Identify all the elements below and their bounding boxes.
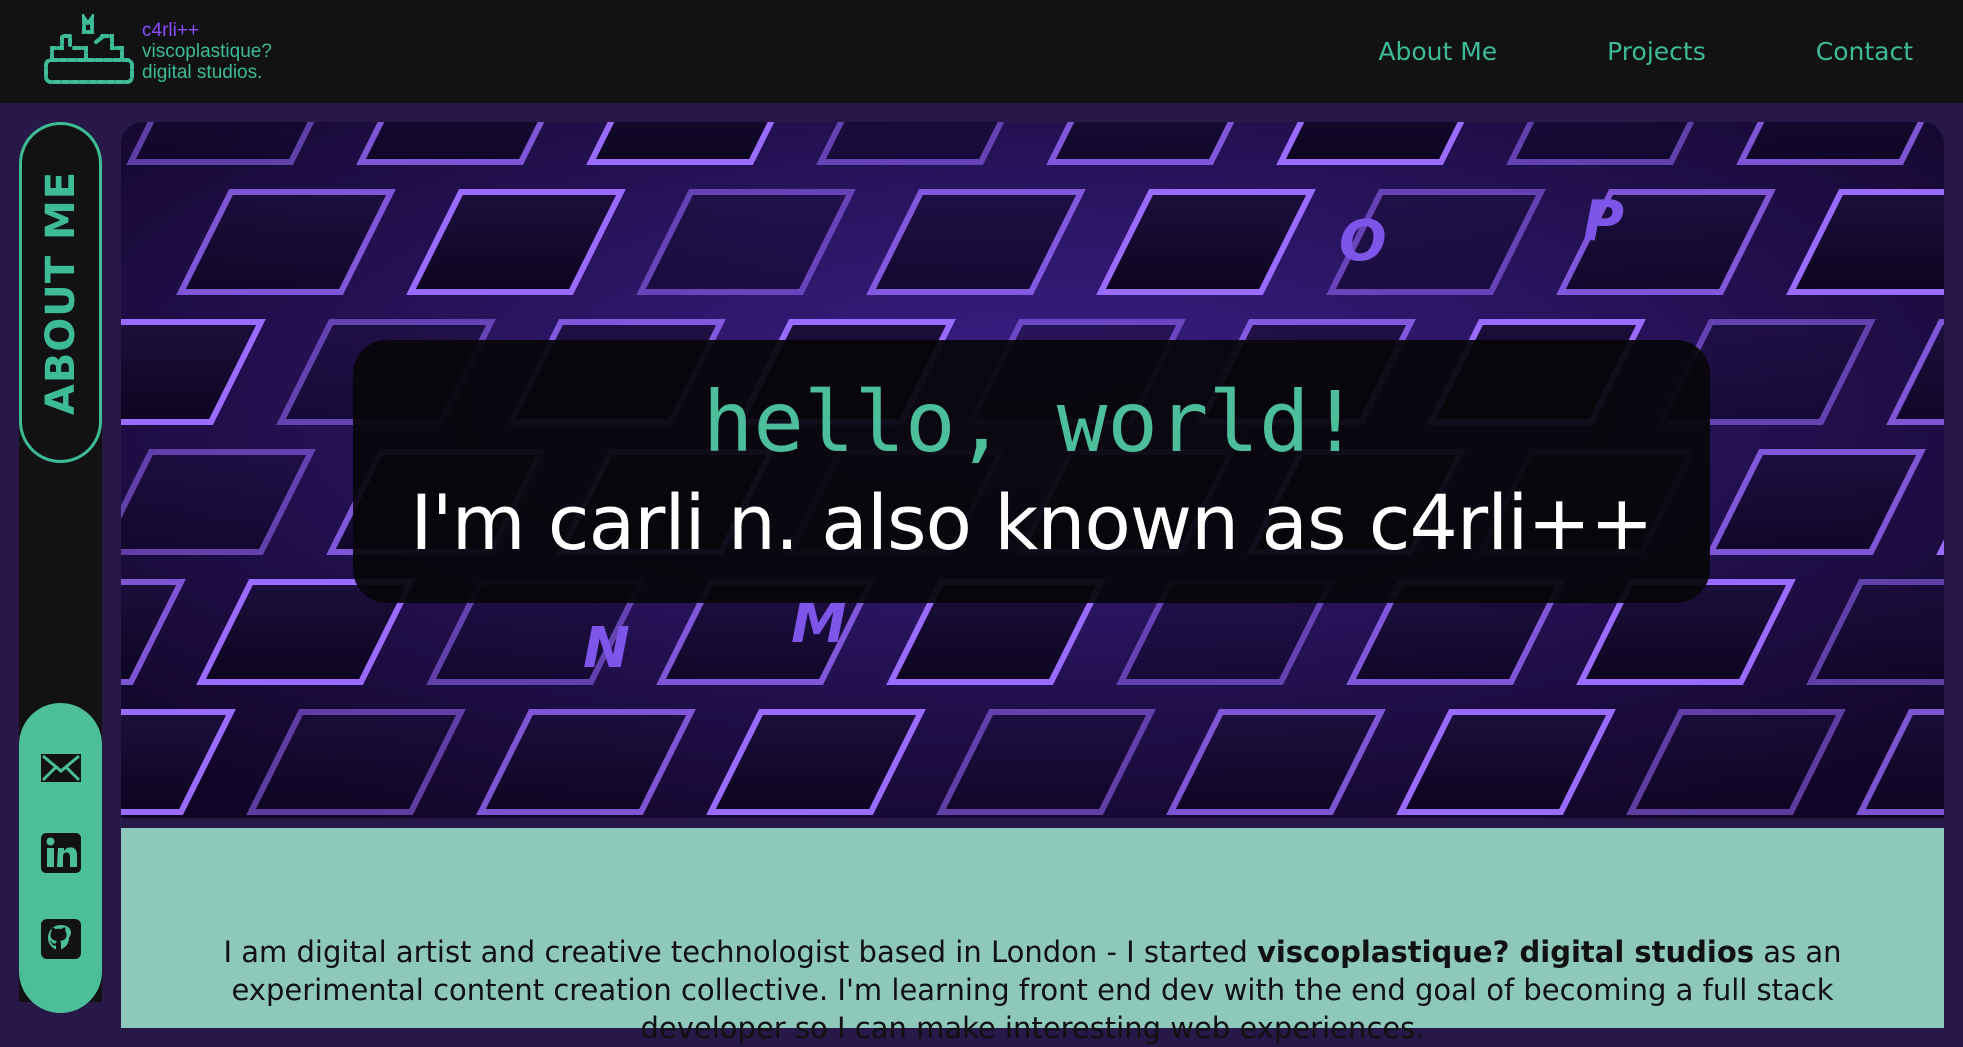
- top-navbar: c4rli++ viscoplastique? digital studios.…: [0, 0, 1963, 103]
- about-paragraph: I am digital artist and creative technol…: [181, 933, 1884, 1047]
- about-me-section-tab[interactable]: ABOUT ME: [19, 122, 102, 463]
- hero-greeting-card: hello, world! I'm carli n. also known as…: [353, 340, 1710, 603]
- studio-name: viscoplastique? digital studios: [1256, 935, 1755, 969]
- brand-text: c4rli++ viscoplastique? digital studios.: [142, 20, 272, 83]
- hero-banner: O P N M hello, world! I'm carli n. also …: [121, 122, 1944, 818]
- nav-link-projects[interactable]: Projects: [1607, 37, 1706, 66]
- github-icon[interactable]: [39, 917, 83, 961]
- linkedin-icon[interactable]: [39, 831, 83, 875]
- keycap-o: O: [1339, 209, 1387, 274]
- keycap-p: P: [1583, 189, 1624, 254]
- hero-intro-heading: I'm carli n. also known as c4rli++: [410, 478, 1653, 567]
- social-links-panel: [19, 703, 102, 1013]
- about-section: I am digital artist and creative technol…: [121, 828, 1944, 1045]
- keycap-n: N: [583, 616, 630, 681]
- nav-link-about-me[interactable]: About Me: [1378, 37, 1497, 66]
- brand-line-1: c4rli++: [142, 20, 200, 41]
- nav-link-contact[interactable]: Contact: [1816, 37, 1913, 66]
- mail-icon[interactable]: [39, 746, 83, 790]
- brand-line-2: viscoplastique?: [142, 41, 272, 62]
- hero-greeting: hello, world!: [702, 373, 1361, 471]
- brand-line-3: digital studios.: [142, 62, 263, 83]
- about-me-tab-label: ABOUT ME: [37, 170, 84, 415]
- brand-logo[interactable]: c4rli++ viscoplastique? digital studios.: [40, 14, 272, 88]
- main-nav: About Me Projects Contact: [1378, 0, 1913, 103]
- about-text-before: I am digital artist and creative technol…: [223, 935, 1257, 969]
- keyboard-cat-logo-icon: [44, 14, 134, 84]
